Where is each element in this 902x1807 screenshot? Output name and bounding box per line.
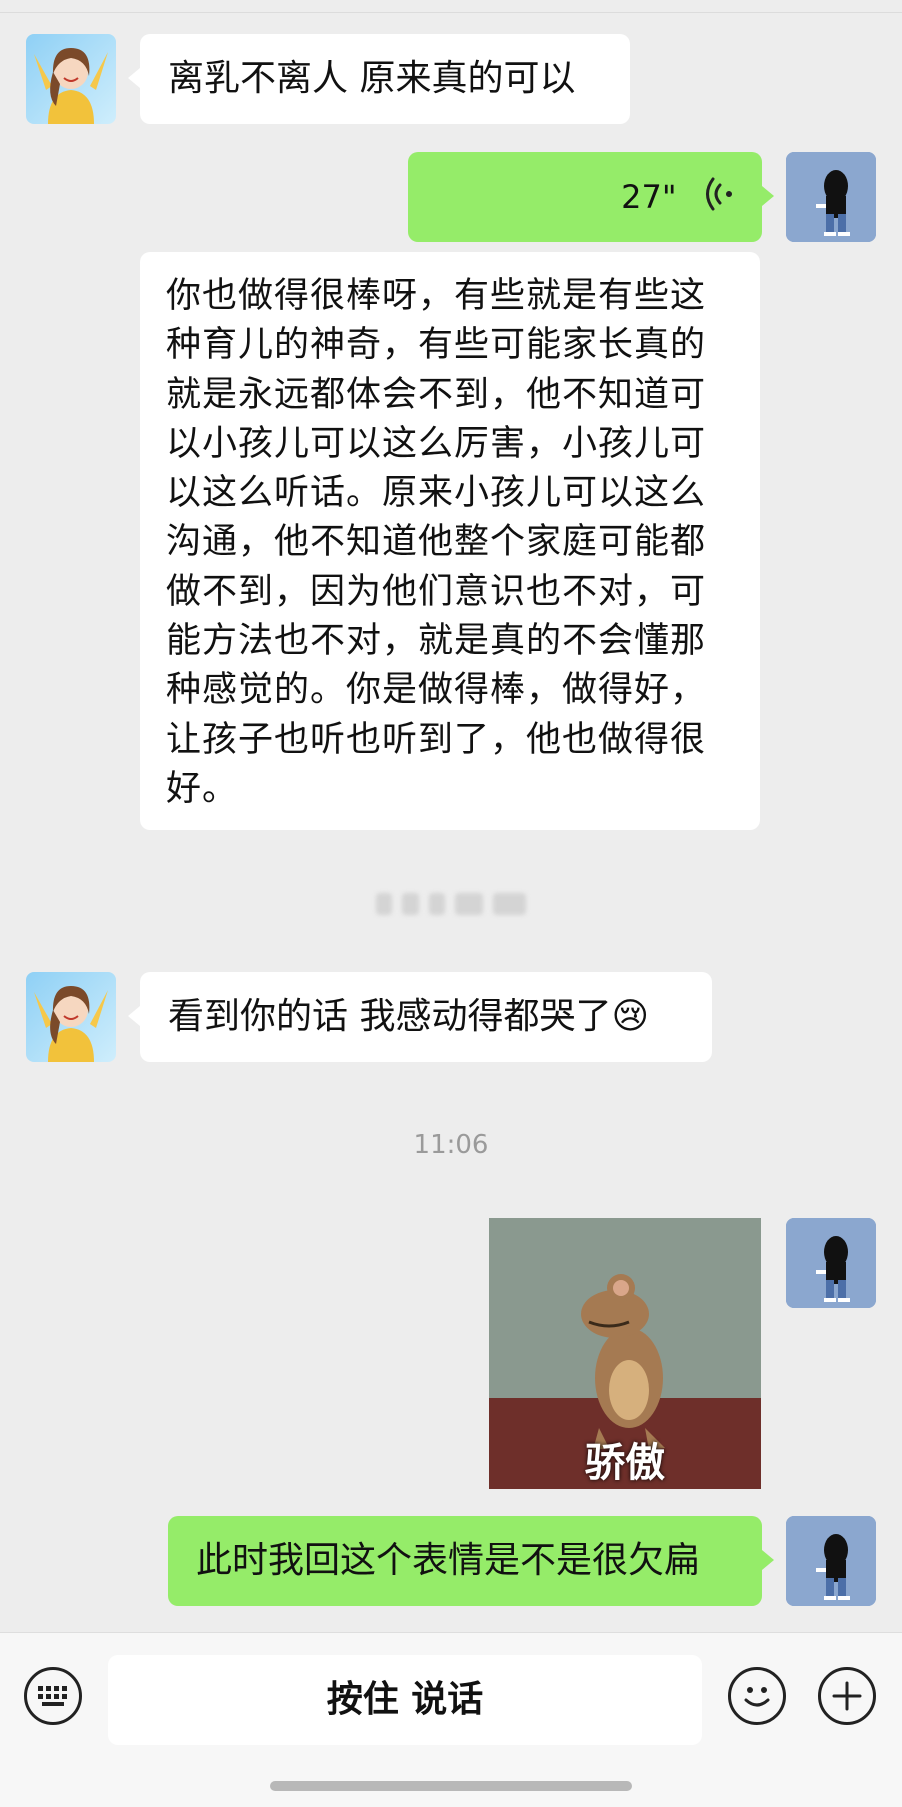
message-bubble-incoming[interactable]: 离乳不离人 原来真的可以 <box>128 34 630 124</box>
plus-icon[interactable] <box>818 1667 876 1725</box>
sticker-caption: 骄傲 <box>585 1440 665 1486</box>
crying-emoji-icon: 😢 <box>611 996 649 1037</box>
contact-avatar[interactable] <box>26 972 116 1062</box>
my-avatar[interactable] <box>786 1218 876 1308</box>
contact-avatar[interactable] <box>26 34 116 124</box>
top-divider <box>0 12 902 13</box>
message-text: 看到你的话 我感动得都哭了 <box>168 996 612 1037</box>
emoji-icon[interactable] <box>728 1667 786 1725</box>
message-bubble-outgoing[interactable]: 此时我回这个表情是不是很欠扁 <box>168 1516 774 1606</box>
message-text: 离乳不离人 原来真的可以 <box>168 58 576 99</box>
message-bubble-incoming[interactable]: 你也做得很棒呀，有些就是有些这种育儿的神奇，有些可能家长真的就是永远都体会不到，… <box>140 252 760 830</box>
voice-wave-icon <box>706 177 732 211</box>
my-avatar[interactable] <box>786 1516 876 1606</box>
my-avatar[interactable] <box>786 152 876 242</box>
hold-to-talk-button[interactable]: 按住 说话 <box>108 1655 702 1745</box>
message-bubble-incoming[interactable]: 看到你的话 我感动得都哭了😢 <box>128 972 712 1062</box>
input-bar: 按住 说话 <box>0 1632 902 1807</box>
voice-duration: 27" <box>621 178 677 216</box>
message-text: 此时我回这个表情是不是很欠扁 <box>196 1540 701 1581</box>
blurred-text <box>376 890 526 918</box>
home-indicator[interactable] <box>270 1781 632 1791</box>
sticker-message[interactable]: 骄傲 <box>489 1218 761 1489</box>
voice-message-bubble[interactable]: 27" <box>408 152 774 242</box>
message-text: 你也做得很棒呀，有些就是有些这种育儿的神奇，有些可能家长真的就是永远都体会不到，… <box>166 276 707 809</box>
message-timestamp: 11:06 <box>413 1130 489 1160</box>
keyboard-icon[interactable] <box>24 1667 82 1725</box>
